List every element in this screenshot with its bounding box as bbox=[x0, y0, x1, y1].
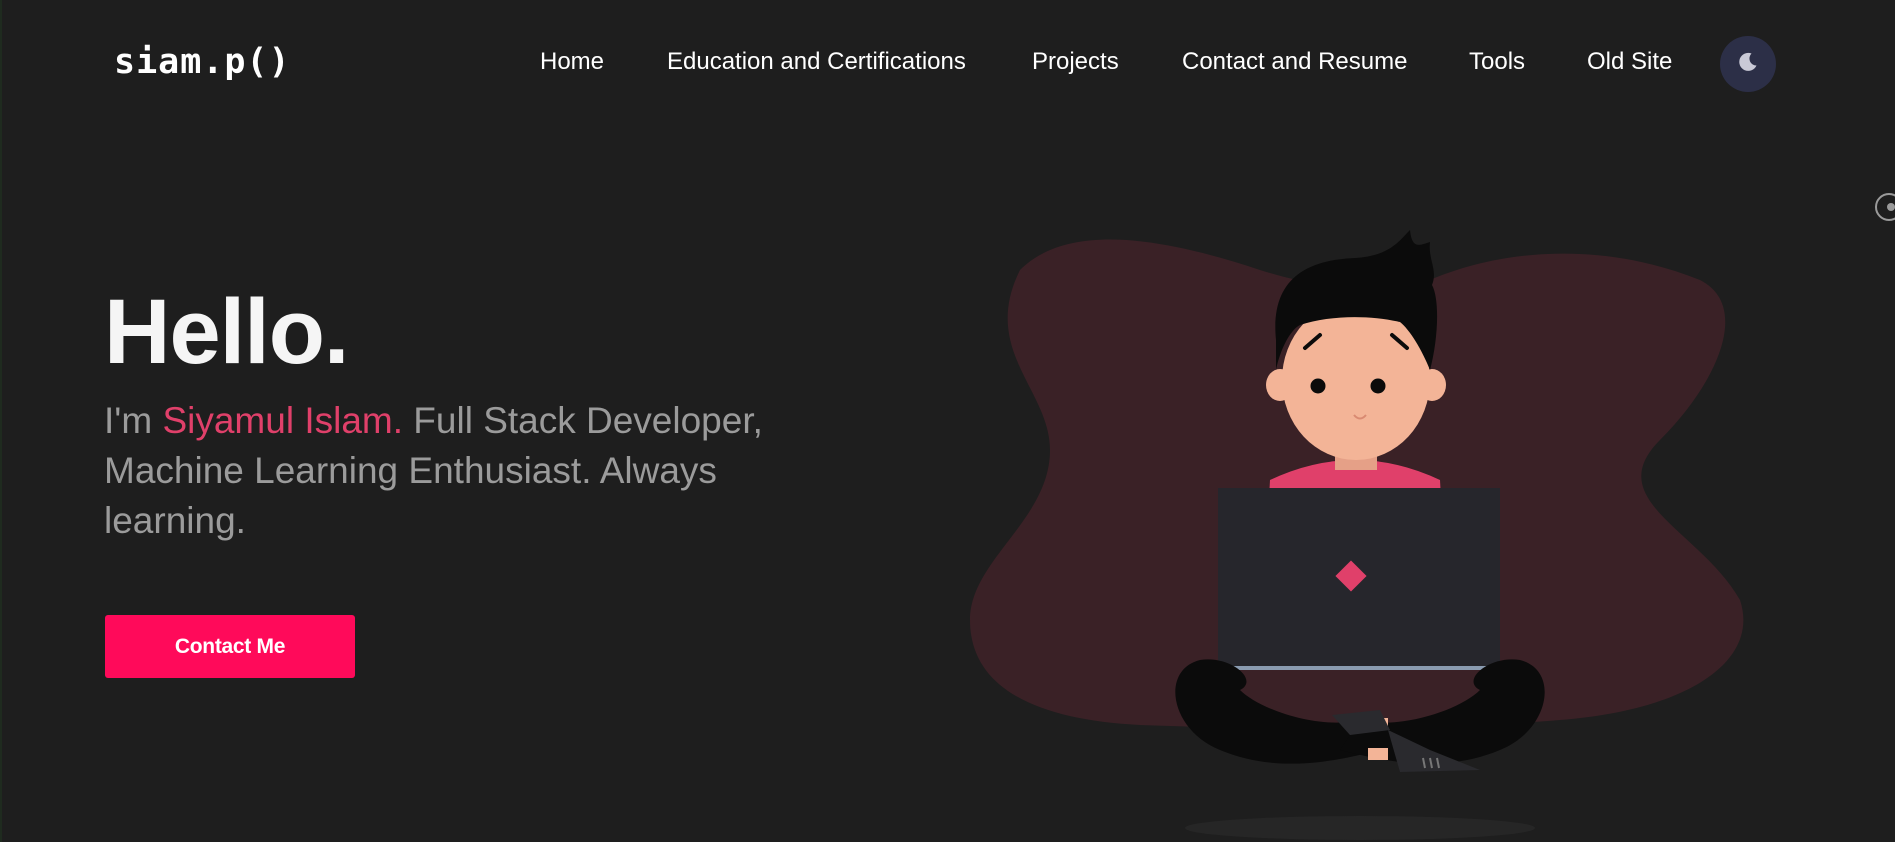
moon-icon bbox=[1736, 50, 1760, 79]
nav-old-site[interactable]: Old Site bbox=[1587, 48, 1672, 76]
main-nav: Home Education and Certifications Projec… bbox=[0, 48, 1895, 82]
hero-subtitle: I'm Siyamul Islam. Full Stack Developer,… bbox=[104, 396, 804, 546]
nav-projects[interactable]: Projects bbox=[1032, 48, 1119, 76]
hero-name: Siyamul Islam. bbox=[162, 400, 404, 441]
scroll-indicator-icon[interactable] bbox=[1875, 193, 1895, 221]
hero-title: Hello. bbox=[104, 281, 349, 383]
nav-tools[interactable]: Tools bbox=[1469, 48, 1525, 76]
floor-shadow bbox=[1185, 816, 1535, 840]
developer-illustration bbox=[960, 230, 1760, 842]
contact-me-button[interactable]: Contact Me bbox=[105, 615, 355, 678]
nav-education-certifications[interactable]: Education and Certifications bbox=[667, 48, 966, 76]
theme-toggle-button[interactable] bbox=[1720, 36, 1776, 92]
site-header: siam.p() Home Education and Certificatio… bbox=[0, 0, 1895, 130]
nav-home[interactable]: Home bbox=[540, 48, 604, 76]
intro-prefix: I'm bbox=[104, 400, 163, 441]
nav-contact-resume[interactable]: Contact and Resume bbox=[1182, 48, 1407, 76]
